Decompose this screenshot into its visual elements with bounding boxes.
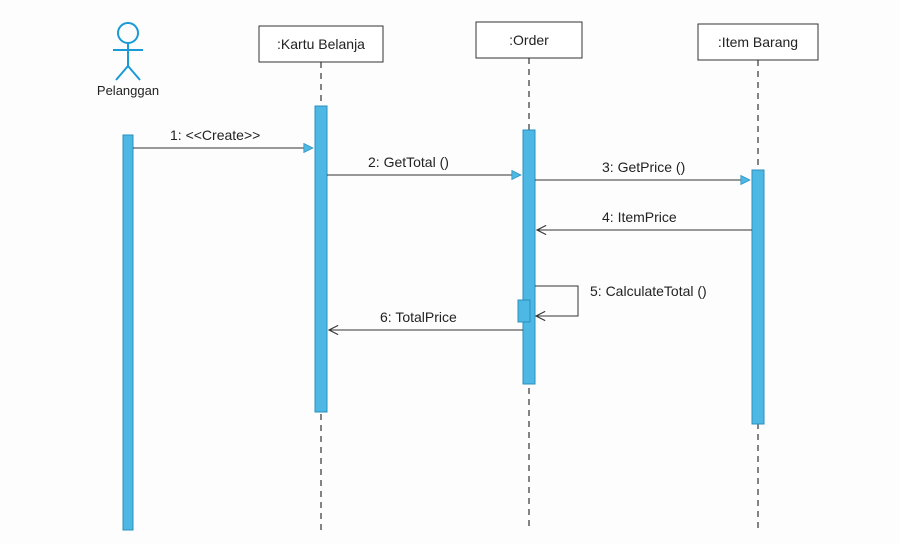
- message-label: 6: TotalPrice: [380, 309, 457, 325]
- participant-order: :Order: [476, 22, 582, 530]
- self-activation: [518, 300, 530, 322]
- message-4-itemprice: 4: ItemPrice: [537, 209, 752, 230]
- participant-label: :Item Barang: [718, 34, 798, 50]
- activation-order: [523, 130, 535, 384]
- message-2-gettotal: 2: GetTotal (): [327, 154, 521, 175]
- actor-head-icon: [118, 23, 138, 43]
- actor-pelanggan: Pelanggan: [97, 23, 159, 530]
- message-label: 4: ItemPrice: [602, 209, 677, 225]
- message-label: 5: CalculateTotal (): [590, 283, 707, 299]
- activation-item-barang: [752, 170, 764, 424]
- message-3-getprice: 3: GetPrice (): [535, 159, 750, 180]
- message-label: 1: <<Create>>: [170, 127, 260, 143]
- participant-item-barang: :Item Barang: [698, 24, 818, 530]
- participant-label: :Order: [509, 32, 549, 48]
- message-6-totalprice: 6: TotalPrice: [329, 309, 523, 330]
- sequence-diagram: Pelanggan :Kartu Belanja :Order :Item Ba…: [0, 0, 900, 544]
- activation-kartu-belanja: [315, 106, 327, 412]
- message-5-calculatetotal: 5: CalculateTotal (): [518, 283, 707, 322]
- message-label: 2: GetTotal (): [368, 154, 449, 170]
- message-1-create: 1: <<Create>>: [133, 127, 313, 148]
- actor-activation: [123, 135, 133, 530]
- participant-kartu-belanja: :Kartu Belanja: [259, 26, 383, 530]
- participant-label: :Kartu Belanja: [277, 36, 365, 52]
- actor-label: Pelanggan: [97, 83, 159, 98]
- message-label: 3: GetPrice (): [602, 159, 685, 175]
